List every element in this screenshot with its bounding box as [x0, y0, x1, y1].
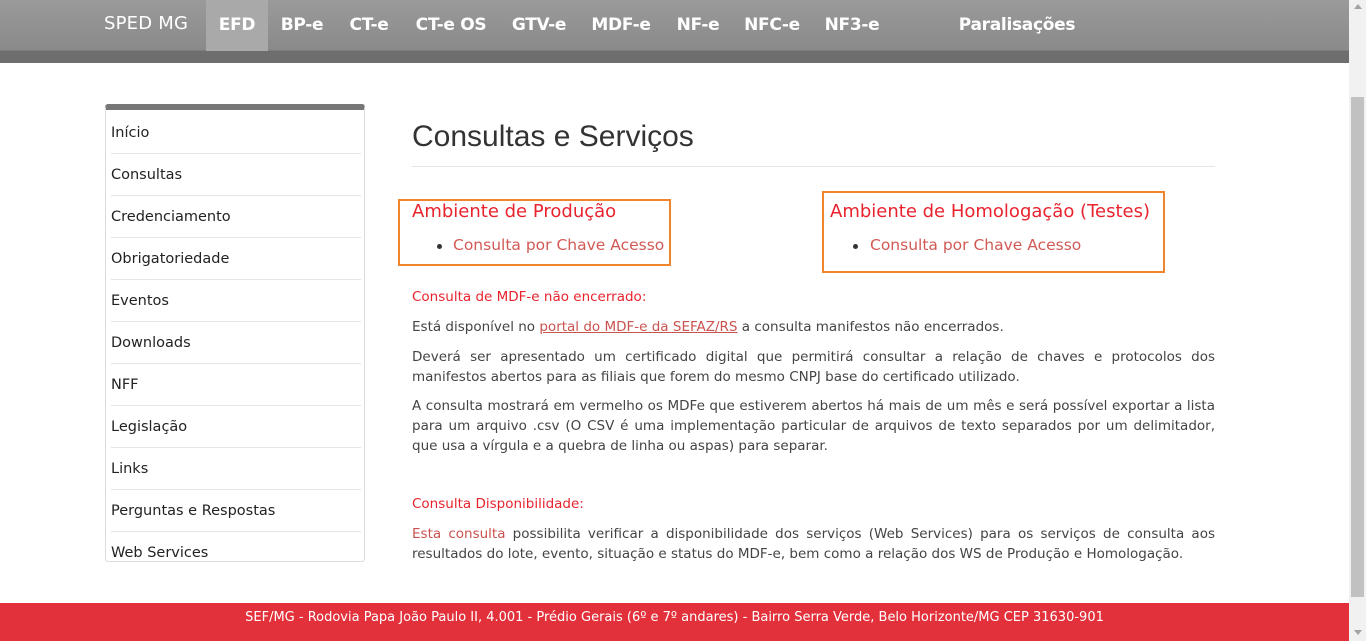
availability-paragraph: Esta consulta possibilita verificar a di…	[412, 524, 1215, 564]
bullet-icon	[853, 244, 858, 249]
production-consulta-link[interactable]: Consulta por Chave Acesso	[453, 236, 664, 254]
page-title: Consultas e Serviços	[412, 120, 694, 153]
sidebar-item-inicio[interactable]: Início	[111, 112, 361, 154]
sidebar-item-links[interactable]: Links	[111, 448, 361, 490]
nav-item-mdf-e[interactable]: MDF-e	[582, 0, 660, 51]
scroll-down-arrow-icon[interactable]	[1354, 630, 1362, 635]
esta-consulta-link[interactable]: Esta consulta	[412, 526, 505, 542]
nav-item-nf-e[interactable]: NF-e	[664, 0, 732, 51]
sidebar-item-perguntas[interactable]: Perguntas e Respostas	[111, 490, 361, 532]
mdfe-open-paragraph-3: A consulta mostrará em vermelho os MDFe …	[412, 398, 1215, 454]
sidebar-item-consultas[interactable]: Consultas	[111, 154, 361, 196]
nav-item-bp-e[interactable]: BP-e	[270, 0, 334, 51]
nav-item-paralisacoes[interactable]: Paralisações Programadas	[894, 0, 1140, 86]
top-navbar: SPED MG EFD BP-e CT-e CT-e OS GTV-e MDF-…	[0, 0, 1349, 86]
homologation-title: Ambiente de Homologação (Testes)	[830, 201, 1151, 222]
scrollbar-thumb[interactable]	[1351, 97, 1364, 597]
mdfe-open-paragraph-1: Está disponível no portal do MDF-e da SE…	[412, 317, 1215, 337]
mdfe-open-heading: Consulta de MDF-e não encerrado:	[412, 289, 647, 305]
mdfe-open-paragraph-2: Deverá ser apresentado um certificado di…	[412, 349, 1215, 385]
portal-mdfe-sefaz-link[interactable]: portal do MDF-e da SEFAZ/RS	[539, 319, 737, 335]
p1-text-before: Está disponível no	[412, 319, 540, 335]
sidebar-item-nff[interactable]: NFF	[111, 364, 361, 406]
sidebar-item-obrigatoriedade[interactable]: Obrigatoriedade	[111, 238, 361, 280]
sidebar-item-eventos[interactable]: Eventos	[111, 280, 361, 322]
brand-link[interactable]: SPED MG	[104, 13, 188, 39]
nav-item-nfc-e[interactable]: NFC-e	[736, 0, 808, 51]
sidebar-item-web-services[interactable]: Web Services	[111, 532, 361, 574]
nav-item-nf3-e[interactable]: NF3-e	[814, 0, 890, 51]
availability-heading: Consulta Disponibilidade:	[412, 496, 584, 512]
nav-item-ct-e[interactable]: CT-e	[338, 0, 400, 51]
sidebar-item-credenciamento[interactable]: Credenciamento	[111, 196, 361, 238]
bullet-icon	[437, 244, 442, 249]
sidebar-menu: Início Consultas Credenciamento Obrigato…	[105, 104, 365, 562]
nav-item-efd[interactable]: EFD	[206, 0, 268, 51]
scroll-up-arrow-icon[interactable]	[1354, 4, 1362, 9]
footer-address: SEF/MG - Rodovia Papa João Paulo II, 4.0…	[245, 610, 1104, 625]
nav-item-gtv-e[interactable]: GTV-e	[500, 0, 578, 51]
sidebar-item-legislacao[interactable]: Legislação	[111, 406, 361, 448]
nav-item-ct-e-os[interactable]: CT-e OS	[406, 0, 496, 51]
sidebar-item-downloads[interactable]: Downloads	[111, 322, 361, 364]
page-footer: SEF/MG - Rodovia Papa João Paulo II, 4.0…	[0, 603, 1349, 641]
availability-text: possibilita verificar a disponibilidade …	[412, 526, 1215, 562]
homologation-consulta-link[interactable]: Consulta por Chave Acesso	[870, 236, 1081, 254]
title-divider	[412, 166, 1215, 167]
p1-text-after: a consulta manifestos não encerrados.	[737, 319, 1004, 335]
production-title: Ambiente de Produção	[412, 201, 617, 222]
